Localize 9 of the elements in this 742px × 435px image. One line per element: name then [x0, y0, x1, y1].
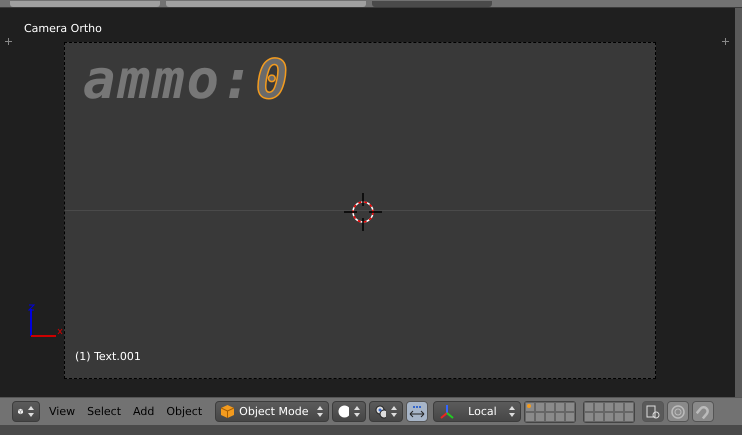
menu-item[interactable]: Object [160, 405, 208, 418]
view-label: Camera Ortho [24, 22, 102, 35]
menu-item[interactable]: Select [81, 405, 128, 418]
scene-text: ammo:0 [83, 53, 290, 107]
mode-dropdown[interactable]: Object Mode [215, 401, 330, 422]
menu-item[interactable]: View [43, 405, 82, 418]
object-label: (1) Text.001 [75, 350, 141, 363]
menu-item[interactable]: Add [127, 405, 160, 418]
orientation-dropdown[interactable]: Local [433, 401, 522, 422]
